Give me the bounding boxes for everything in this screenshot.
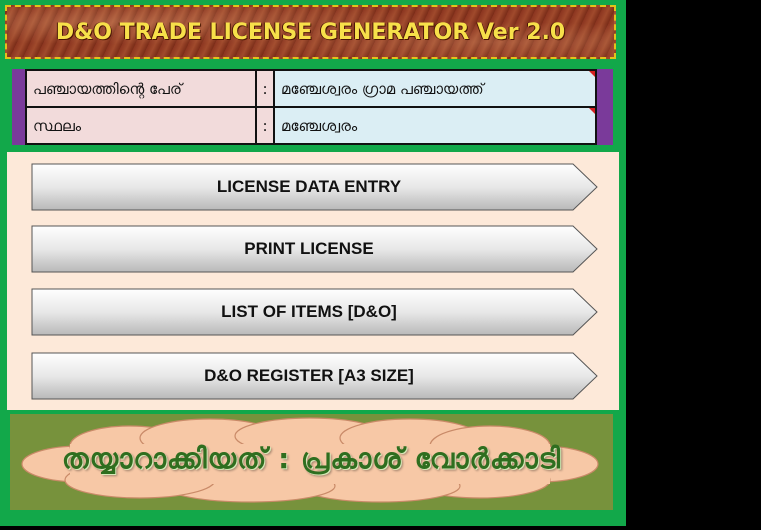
- app-window: D&O TRADE LICENSE GENERATOR Ver 2.0 പഞ്ച…: [0, 0, 626, 526]
- info-row-place: സ്ഥലം : മഞ്ചേശ്വരം: [25, 106, 597, 145]
- colon-separator: :: [255, 69, 275, 108]
- title-banner: D&O TRADE LICENSE GENERATOR Ver 2.0: [5, 5, 616, 59]
- menu-panel: LICENSE DATA ENTRY PRINT LICENSE LIST OF…: [7, 152, 619, 410]
- license-data-entry-label: LICENSE DATA ENTRY: [216, 176, 402, 196]
- credit-text: തയ്യാറാക്കിയത് : പ്രകാശ് വോർക്കാടി: [61, 442, 562, 475]
- list-of-items-button[interactable]: LIST OF ITEMS [D&O]: [31, 288, 598, 336]
- place-label: സ്ഥലം: [25, 106, 257, 145]
- info-panel: പഞ്ചായത്തിന്റെ പേര് : മഞ്ചേശ്വരം ഗ്രാമ പ…: [12, 69, 613, 145]
- panchayat-name-value[interactable]: മഞ്ചേശ്വരം ഗ്രാമ പഞ്ചായത്ത്: [273, 69, 597, 108]
- license-data-entry-button[interactable]: LICENSE DATA ENTRY: [31, 163, 598, 211]
- panchayat-name-label: പഞ്ചായത്തിന്റെ പേര്: [25, 69, 257, 108]
- place-value[interactable]: മഞ്ചേശ്വരം: [273, 106, 597, 145]
- print-license-label: PRINT LICENSE: [244, 238, 374, 258]
- do-register-button[interactable]: D&O REGISTER [A3 SIZE]: [31, 352, 598, 400]
- list-of-items-label: LIST OF ITEMS [D&O]: [221, 301, 397, 321]
- colon-separator: :: [255, 106, 275, 145]
- app-title: D&O TRADE LICENSE GENERATOR Ver 2.0: [55, 19, 566, 45]
- print-license-button[interactable]: PRINT LICENSE: [31, 225, 598, 273]
- info-table: പഞ്ചായത്തിന്റെ പേര് : മഞ്ചേശ്വരം ഗ്രാമ പ…: [25, 69, 597, 145]
- credit-panel: തയ്യാറാക്കിയത് : പ്രകാശ് വോർക്കാടി: [10, 414, 613, 510]
- info-row-panchayat: പഞ്ചായത്തിന്റെ പേര് : മഞ്ചേശ്വരം ഗ്രാമ പ…: [25, 69, 597, 108]
- do-register-label: D&O REGISTER [A3 SIZE]: [204, 365, 414, 385]
